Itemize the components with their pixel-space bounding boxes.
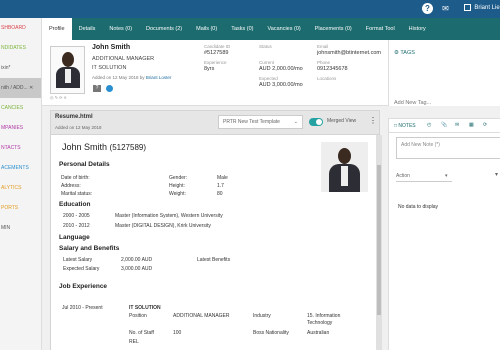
notes-panel: □ NOTES ◴ 📎 ✉ ▦ ⟳ Add New Note (*) Actio… — [388, 118, 500, 350]
resume-document: John Smith (5127589) Personal Details Da… — [50, 135, 376, 350]
sidebar-item[interactable]: MPANIES — [0, 118, 41, 138]
sidebar-item[interactable]: NDIDATES — [0, 38, 41, 58]
mail-icon[interactable]: ✉ — [455, 122, 459, 128]
template-select[interactable]: PRTR New Test Template ⌄ — [218, 115, 303, 129]
action-underline — [396, 181, 452, 182]
tab-vacancies[interactable]: Vacancies (0) — [261, 18, 308, 40]
section-education: Education — [59, 201, 91, 208]
no-data-message: No data to display — [398, 204, 439, 210]
tags-header: ⚙ TAGS — [394, 50, 415, 56]
tab-format-tool[interactable]: Format Tool — [359, 18, 402, 40]
sidebar-item[interactable]: PORTS — [0, 198, 41, 218]
merged-view-toggle[interactable] — [309, 118, 323, 126]
added-by-link[interactable]: Briant Loster — [146, 75, 172, 80]
chat-icon[interactable]: ✉ — [440, 3, 451, 14]
tags-panel: ⚙ TAGS Add New Tag... — [388, 40, 500, 106]
sidebar-item[interactable]: CANCIES — [0, 98, 41, 118]
help-icon[interactable]: ? — [422, 3, 433, 14]
tab-notes[interactable]: Notes (0) — [102, 18, 139, 40]
new-note-input[interactable]: Add New Note (*) — [396, 137, 500, 159]
chevron-down-icon: ⌄ — [293, 119, 298, 125]
section-salary-benefits: Salary and Benefits — [59, 245, 120, 252]
notes-toolbar: □ NOTES ◴ 📎 ✉ ▦ ⟳ — [389, 119, 500, 133]
resume-file-name: Resume.html — [55, 114, 93, 120]
profile-col-id: Candidate ID #5127589 Experience 8yrs — [204, 44, 231, 72]
phone: 0912345678 — [317, 66, 348, 72]
sidebar-item[interactable]: ALYTICS — [0, 178, 41, 198]
profile-header: ◎ ✎ ⟳ ✕ John Smith ADDITIONAL MANAGER IT… — [42, 40, 388, 106]
section-personal-details: Personal Details — [59, 161, 110, 168]
refresh-icon[interactable]: ⟳ — [483, 122, 487, 128]
notes-tab[interactable]: □ NOTES — [394, 123, 416, 129]
more-menu-icon[interactable]: ⋮ — [369, 116, 377, 125]
expected-salary: AUD 3,000.00/mo — [259, 82, 303, 88]
sidebar-item[interactable]: MIN — [0, 218, 41, 238]
calendar-icon[interactable]: ▦ — [469, 122, 474, 128]
sidebar: SHBOARD NDIDATES ixin* nith / ADD... ✕ CANCI… — [0, 18, 42, 350]
merged-view-label: Merged View — [327, 118, 357, 124]
sidebar-item[interactable]: ixin* — [0, 58, 41, 78]
candidate-id: #5127589 — [204, 50, 229, 56]
resume-name: John Smith (5127589) — [62, 142, 147, 152]
alarm-icon[interactable]: ◴ — [427, 122, 431, 128]
sidebar-item[interactable]: ACEMENTS — [0, 158, 41, 178]
email: johnsmith@btinternet.com — [317, 50, 381, 56]
top-bar: ? ✉ Briant Lie — [0, 0, 500, 18]
section-job-experience: Job Experience — [59, 283, 108, 290]
tab-tasks[interactable]: Tasks (0) — [224, 18, 260, 40]
action-select[interactable]: Action — [396, 173, 410, 179]
profile-photo[interactable] — [50, 46, 85, 94]
resume-added: Added on 12 May 2018 — [55, 125, 102, 130]
tab-placements[interactable]: Placements (0) — [308, 18, 359, 40]
resume-scrollbar[interactable] — [376, 135, 382, 350]
photo-controls[interactable]: ◎ ✎ ⟳ ✕ — [50, 95, 85, 102]
resume-photo — [321, 142, 368, 192]
tab-documents[interactable]: Documents (2) — [139, 18, 189, 40]
candidate-title: ADDITIONAL MANAGER — [92, 56, 155, 62]
tab-mails[interactable]: Mails (0) — [189, 18, 224, 40]
section-language: Language — [59, 234, 90, 241]
user-icon — [464, 3, 472, 11]
tab-details[interactable]: Details — [72, 18, 103, 40]
candidate-name: John Smith — [92, 44, 131, 51]
sidebar-item[interactable]: nith / ADD... ✕ — [0, 78, 41, 98]
current-salary: AUD 2,000.00/mo — [259, 66, 303, 72]
tab-profile[interactable]: Profile — [42, 18, 72, 40]
profile-col-contact: Email johnsmith@btinternet.com Phone 091… — [317, 44, 381, 81]
info-icon[interactable] — [106, 85, 113, 92]
experience: 8yrs — [204, 66, 215, 72]
user-name: Briant Lie — [474, 5, 500, 11]
help-badge[interactable]: ? — [93, 85, 101, 92]
resume-toolbar: Resume.html Added on 12 May 2018 PRTR Ne… — [50, 110, 380, 135]
tab-history[interactable]: History — [402, 18, 433, 40]
chevron-down-icon[interactable]: ▾ — [445, 173, 448, 179]
sidebar-item[interactable]: SHBOARD — [0, 18, 41, 38]
add-tag-input[interactable]: Add New Tag... — [394, 100, 431, 106]
attach-icon[interactable]: 📎 — [441, 122, 447, 128]
profile-col-status: Status Current AUD 2,000.00/mo Expected … — [259, 44, 303, 88]
user-menu[interactable]: Briant Lie — [464, 3, 500, 14]
candidate-company: IT SOLUTION — [92, 65, 127, 71]
tab-bar: Profile Details Notes (0) Documents (2) Mail… — [42, 18, 500, 40]
added-info: Added on 12 May 2018 by Briant Loster — [92, 75, 172, 80]
chevron-down-icon[interactable]: ▾ — [495, 171, 498, 178]
sidebar-item[interactable]: NTACTS — [0, 138, 41, 158]
